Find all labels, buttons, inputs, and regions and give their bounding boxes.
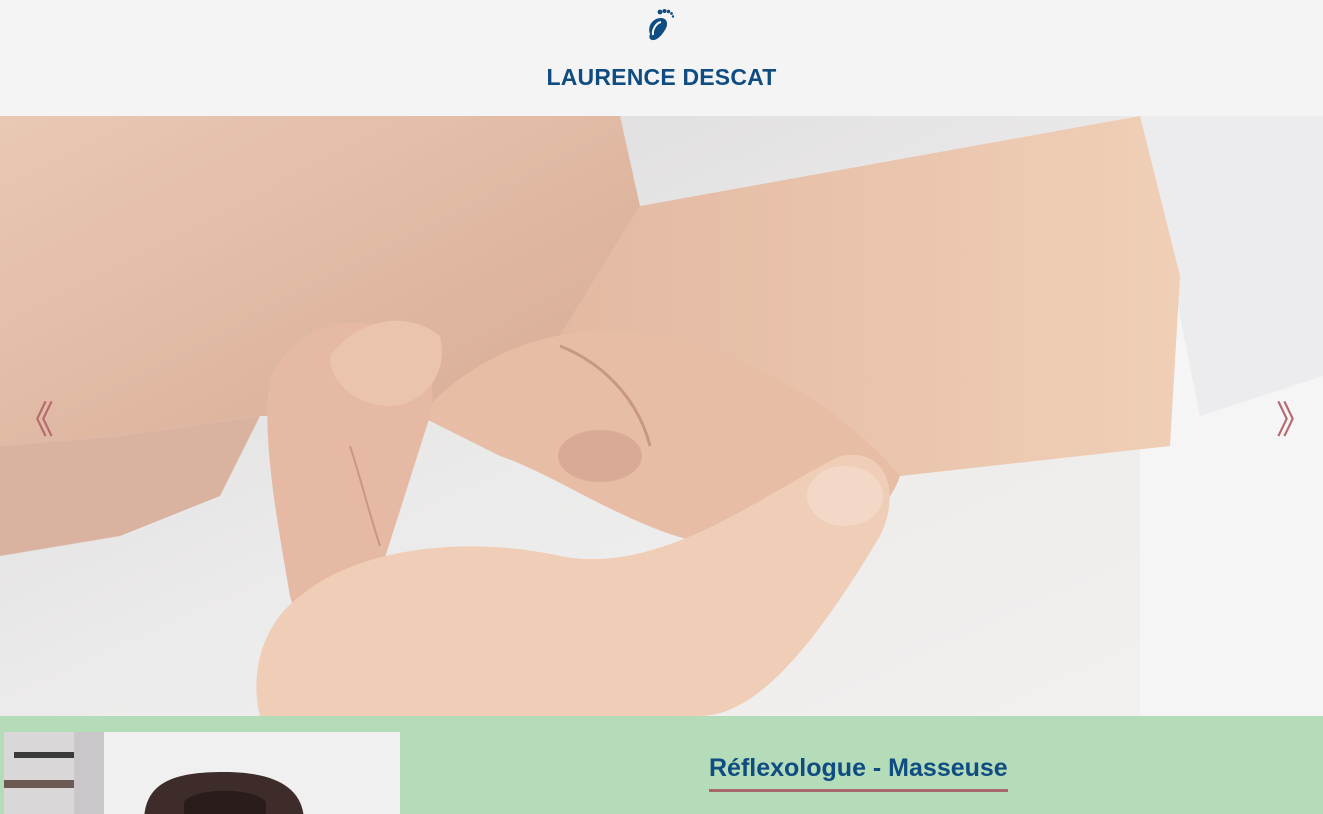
portrait-photo (4, 732, 400, 814)
intro-section: Réflexologue - Masseuse (0, 716, 1323, 814)
footprint-logo-icon[interactable] (641, 6, 677, 44)
hand-massage-photo (0, 116, 1323, 716)
slider-next-arrow[interactable]: 》 (1276, 398, 1314, 442)
intro-title: Réflexologue - Masseuse (709, 754, 1008, 792)
hero-slider[interactable]: 《 》 (0, 116, 1323, 716)
slider-prev-arrow[interactable]: 《 (16, 398, 54, 442)
site-header: LAURENCE DESCAT (0, 0, 1323, 116)
site-title[interactable]: LAURENCE DESCAT (0, 64, 1323, 91)
